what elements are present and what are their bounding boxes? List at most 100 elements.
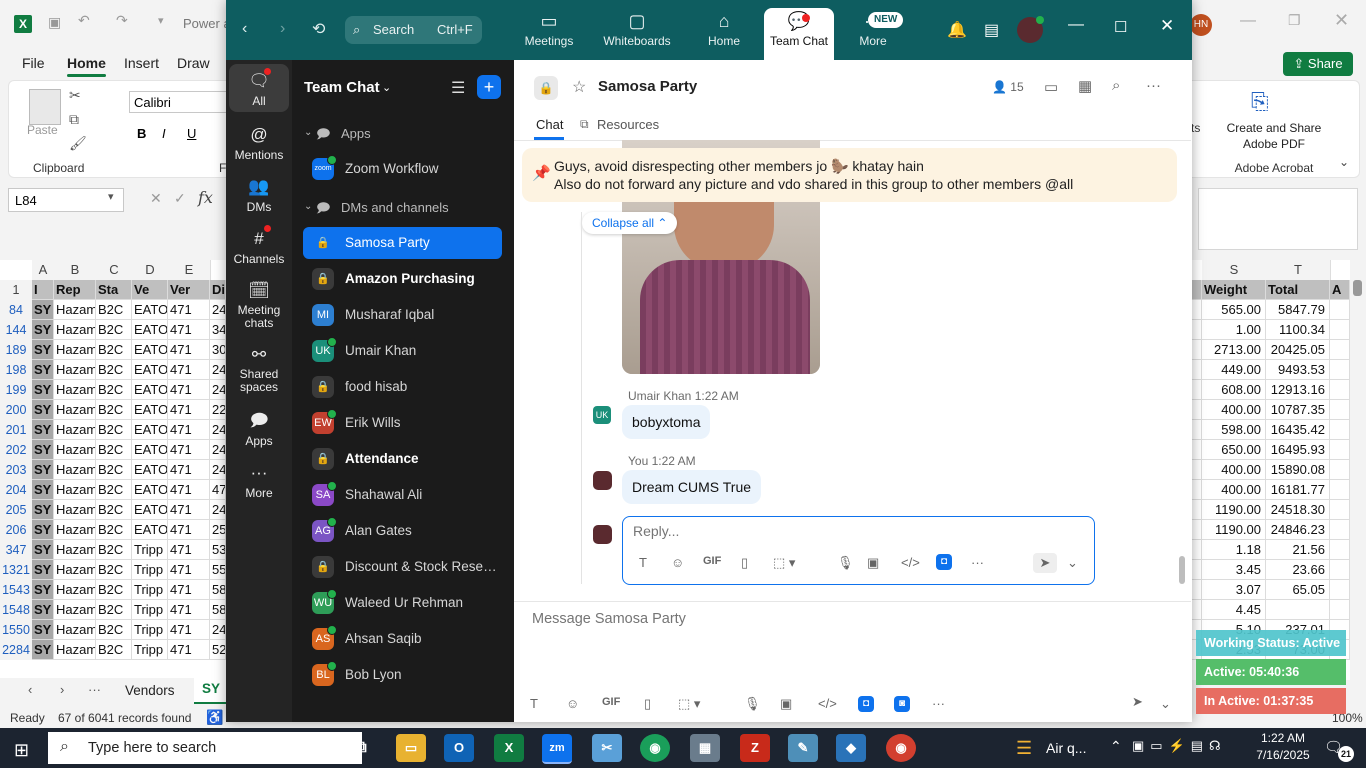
table-cell[interactable]: 58 [210,600,226,620]
composer-send-icon[interactable]: ➤ [1132,694,1143,710]
dm-section-label[interactable]: DMs and channels [341,200,449,215]
tray-icons[interactable]: ▣▭⚡▤☊ [1132,738,1227,754]
rail-channels[interactable]: # Channels [229,228,289,266]
table-cell[interactable]: Hazam [54,600,96,620]
members-count[interactable]: 👤 15 [992,80,1024,94]
table-cell[interactable]: Hazam [54,400,96,420]
table-cell-partial[interactable] [1330,340,1350,360]
weight-cell[interactable]: 598.00 [1202,420,1266,440]
filezilla-icon[interactable]: Z [740,734,770,762]
table-cell[interactable]: SY [32,380,54,400]
row-header[interactable]: 201 [0,420,32,440]
table-cell[interactable]: SY [32,540,54,560]
table-cell[interactable]: 24 [210,460,226,480]
formula-input[interactable] [1198,188,1358,250]
row-header[interactable]: 199 [0,380,32,400]
table-cell[interactable]: Hazam [54,520,96,540]
chat-list-item[interactable]: 🔒 Samosa Party [303,227,502,259]
send-options-icon[interactable]: ⌄ [1067,555,1078,571]
rail-more[interactable]: ··· More [229,462,289,500]
table-cell[interactable]: Hazam [54,620,96,640]
table-cell[interactable]: 47 [210,480,226,500]
screenshot-icon[interactable]: ⬚ ▾ [773,555,795,571]
composer-gif-icon[interactable]: GIF [602,696,620,708]
header-cell[interactable]: Rep [54,280,96,300]
chat-list-item[interactable]: AS Ahsan Saqib [303,623,502,655]
total-cell[interactable]: 1100.34 [1266,320,1330,340]
table-cell[interactable]: 471 [168,300,210,320]
table-cell[interactable]: B2C [96,640,132,660]
table-cell[interactable]: B2C [96,420,132,440]
table-cell[interactable]: SY [32,320,54,340]
table-cell-partial[interactable] [1330,420,1350,440]
table-cell[interactable]: 471 [168,480,210,500]
mic-icon[interactable]: 🎙 [837,555,854,571]
table-cell[interactable]: Tripp [132,640,168,660]
apps-collapse-icon[interactable]: ⌄ [304,127,312,138]
paste-label[interactable]: Paste [27,123,58,137]
table-cell[interactable]: 22 [210,400,226,420]
rail-meeting-chats[interactable]: 🗓 Meeting chats [229,280,289,330]
row-header[interactable]: 347 [0,540,32,560]
table-cell-partial[interactable] [1330,300,1350,320]
chat-list-item[interactable]: 🔒 Discount & Stock Reser... [303,551,502,583]
message-input[interactable] [530,610,1094,628]
file-icon[interactable]: ▯ [741,555,748,571]
cut-icon[interactable]: ✂ [69,87,81,104]
table-cell[interactable]: 471 [168,500,210,520]
table-cell-partial[interactable] [1330,320,1350,340]
table-cell[interactable]: 24 [210,420,226,440]
composer-emoji-icon[interactable]: ☺ [566,696,579,711]
header-cell[interactable]: Ver [168,280,210,300]
table-cell[interactable]: EATO [132,320,168,340]
calculator-icon[interactable]: ▦ [690,734,720,762]
file-explorer-icon[interactable]: ▭ [396,734,426,762]
table-cell[interactable]: B2C [96,480,132,500]
chat-list-item[interactable]: WU Waleed Ur Rehman [303,587,502,619]
table-cell[interactable]: SY [32,420,54,440]
accessibility-icon[interactable]: ♿ [206,709,223,726]
total-cell[interactable]: 21.56 [1266,540,1330,560]
weight-cell[interactable]: 565.00 [1202,300,1266,320]
weight-cell[interactable]: 650.00 [1202,440,1266,460]
table-cell[interactable]: B2C [96,320,132,340]
send-icon[interactable]: ➤ [1033,553,1057,573]
redo-icon[interactable]: ↷ [116,12,128,29]
chat-list-item[interactable]: 🔒 Attendance [303,443,502,475]
create-share-label[interactable]: Create and Share [1219,121,1329,135]
weight-cell[interactable]: 4.45 [1202,600,1266,620]
tab-meetings[interactable]: ▭ Meetings [512,8,586,60]
table-cell[interactable]: 471 [168,560,210,580]
table-cell[interactable]: Hazam [54,320,96,340]
zoom-app-icon[interactable]: ◘ [936,554,952,570]
col-header-t[interactable]: T [1266,260,1331,280]
table-cell[interactable]: SY [32,300,54,320]
task-view-icon[interactable]: ⧉ [346,734,376,762]
total-cell[interactable]: 10787.35 [1266,400,1330,420]
tab-chat[interactable]: Chat [536,117,563,132]
table-cell[interactable]: 471 [168,320,210,340]
chat-search-icon[interactable]: ⌕ [1112,77,1120,94]
table-cell[interactable]: SY [32,440,54,460]
chat-list-item[interactable]: SA Shahawal Ali [303,479,502,511]
format-painter-icon[interactable]: 🖌 [69,135,87,152]
row-header[interactable]: 202 [0,440,32,460]
copy-icon[interactable]: ⧉ [69,111,79,128]
table-cell[interactable]: B2C [96,380,132,400]
table-cell[interactable]: EATO [132,380,168,400]
rail-mentions[interactable]: @ Mentions [229,124,289,162]
chat-list-item[interactable]: EW Erik Wills [303,407,502,439]
table-cell[interactable]: B2C [96,560,132,580]
weight-cell[interactable]: 400.00 [1202,400,1266,420]
table-cell[interactable]: Hazam [54,440,96,460]
list-title-chevron-icon[interactable]: ⌄ [382,81,391,94]
row-header[interactable]: 2284 [0,640,32,660]
umair-avatar[interactable]: UK [593,406,611,424]
zoom-close-icon[interactable]: ✕ [1160,16,1174,36]
table-cell[interactable]: SY [32,500,54,520]
tab-team-chat[interactable]: 💬 Team Chat [764,8,834,60]
table-cell[interactable]: SY [32,480,54,500]
row-header[interactable]: 189 [0,340,32,360]
zoom-minimize-icon[interactable]: — [1068,16,1084,34]
dm-collapse-icon[interactable]: ⌄ [304,201,312,212]
